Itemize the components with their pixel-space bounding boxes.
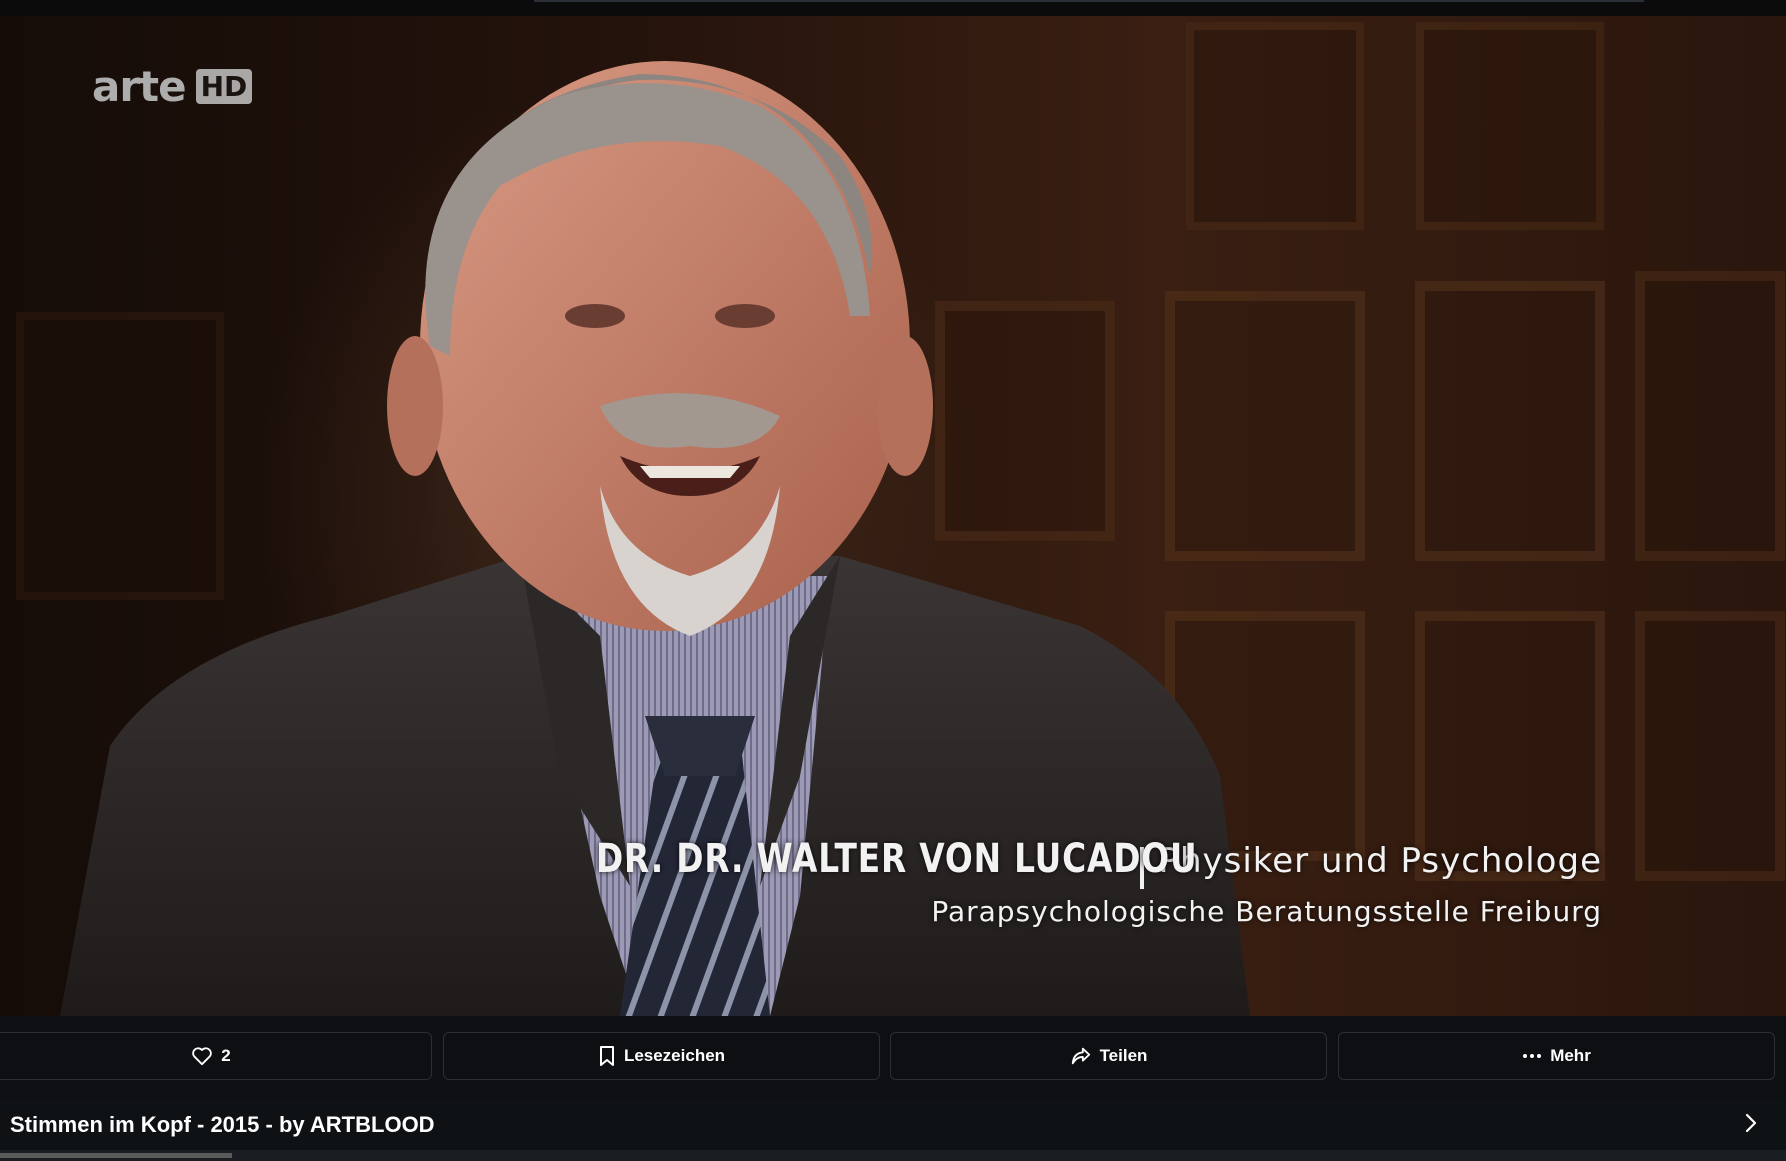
bookmark-label: Lesezeichen <box>623 1046 726 1065</box>
caption-affiliation: Parapsychologische Beratungsstelle Freib… <box>931 894 1602 928</box>
more-button[interactable]: Mehr <box>1338 1032 1775 1080</box>
chevron-right-icon[interactable] <box>1744 1112 1758 1134</box>
channel-logo: arte HD <box>92 62 253 111</box>
bookmark-icon <box>599 1046 614 1066</box>
more-dots-icon <box>1523 1054 1542 1058</box>
heart-icon <box>192 1047 213 1066</box>
caption-role: Physiker und Psychologe <box>1158 841 1602 881</box>
lower-third-caption: DR. DR. WALTER VON LUCADOU Physiker und … <box>464 836 1602 928</box>
more-label: Mehr <box>1550 1046 1591 1065</box>
top-divider <box>534 0 1644 2</box>
share-label: Teilen <box>1099 1046 1148 1065</box>
video-title[interactable]: Stimmen im Kopf - 2015 - by ARTBLOOD <box>10 1112 435 1138</box>
top-bar <box>0 0 1786 16</box>
lower-third-line1: DR. DR. WALTER VON LUCADOU Physiker und … <box>464 836 1602 889</box>
caption-name: DR. DR. WALTER VON LUCADOU <box>596 836 1198 882</box>
video-player[interactable]: arte HD DR. DR. WALTER VON LUCADOU Physi… <box>0 16 1786 1016</box>
action-bar: 2 Lesezeichen Teilen Mehr <box>0 1032 1786 1082</box>
logo-arte-text: arte <box>92 62 187 111</box>
progress-played <box>0 1153 233 1158</box>
share-button[interactable]: Teilen <box>890 1032 1327 1080</box>
progress-bar[interactable] <box>0 1150 1786 1161</box>
like-count: 2 <box>221 1046 231 1065</box>
video-info-row[interactable]: Stimmen im Kopf - 2015 - by ARTBLOOD <box>0 1098 1786 1150</box>
share-icon <box>1071 1047 1090 1065</box>
like-button[interactable]: 2 <box>0 1032 432 1080</box>
logo-hd-badge: HD <box>195 69 253 104</box>
bookmark-button[interactable]: Lesezeichen <box>443 1032 880 1080</box>
